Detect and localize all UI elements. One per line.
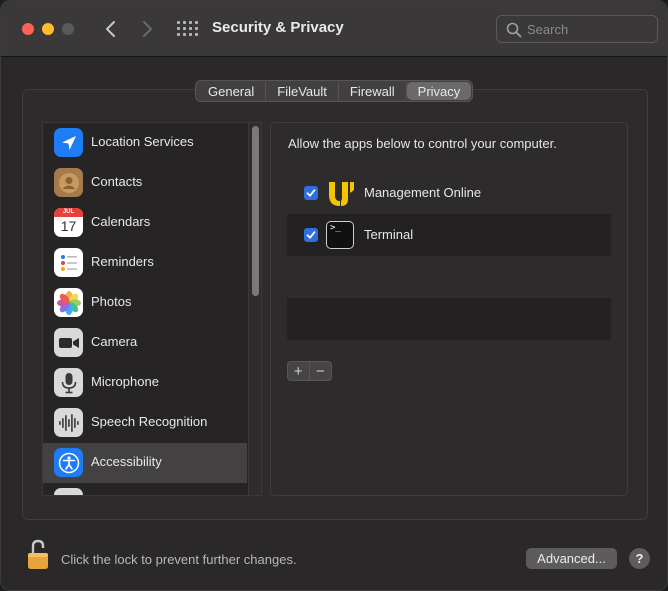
checkmark-icon [306,231,316,239]
sidebar-item-camera[interactable]: Camera [43,323,247,363]
sidebar-item-label: Accessibility [91,454,162,469]
sidebar-scrollbar[interactable] [248,123,261,495]
calendar-icon: JUL 17 [54,208,83,237]
search-input[interactable] [527,20,652,38]
lock-button[interactable] [27,539,51,571]
scrollbar-thumb[interactable] [252,126,259,296]
empty-row [287,340,611,350]
sidebar-item-accessibility[interactable]: Accessibility [43,443,247,483]
zoom-window-button[interactable] [62,23,74,35]
privacy-category-list[interactable]: Location Services Contacts JUL 17 Calend… [42,122,262,496]
sidebar-item-label: Microphone [91,374,159,389]
tab-general[interactable]: General [197,82,267,100]
search-icon [506,22,522,38]
checkmark-icon [306,189,316,197]
management-online-icon [326,179,354,207]
app-label: Management Online [364,185,482,200]
window-title: Security & Privacy [212,19,344,36]
terminal-icon: >_ [326,221,354,249]
sidebar-item-label: Calendars [91,214,151,229]
sidebar-item-label: Contacts [91,174,143,189]
sidebar-item-contacts[interactable]: Contacts [43,163,247,203]
photos-icon [54,288,83,317]
partial-item-icon [54,488,83,495]
remove-app-button[interactable]: − [310,362,331,380]
sidebar-item-speech-recognition[interactable]: Speech Recognition [43,403,247,443]
calendar-day-label: 17 [60,218,77,234]
app-checkbox[interactable] [304,228,318,242]
unlocked-padlock-icon [28,539,48,569]
speech-waveform-icon [54,408,83,437]
sidebar-item-location-services[interactable]: Location Services [43,123,247,163]
sidebar-item-partial[interactable] [43,483,247,495]
add-app-button[interactable]: + [288,362,310,380]
advanced-button[interactable]: Advanced... [526,548,617,569]
empty-row [287,256,611,298]
chevron-right-icon [143,21,152,37]
back-button[interactable] [97,15,125,43]
forward-button[interactable] [133,15,161,43]
lock-status-text: Click the lock to prevent further change… [61,552,297,567]
security-privacy-window: Security & Privacy General FileVault Fir… [0,0,668,591]
sidebar-item-label: Reminders [91,254,154,269]
tab-bar: General FileVault Firewall Privacy [195,80,474,102]
calendar-month-label: JUL [62,209,75,215]
sidebar-item-photos[interactable]: Photos [43,283,247,323]
title-bar: Security & Privacy [1,1,667,57]
reminders-icon [54,248,83,277]
show-all-grid-button[interactable] [175,19,198,39]
add-remove-control: + − [287,361,332,381]
microphone-icon [54,368,83,397]
sidebar-item-reminders[interactable]: Reminders [43,243,247,283]
close-window-button[interactable] [22,23,34,35]
location-arrow-icon [54,128,83,157]
sidebar-item-label: Camera [91,334,138,349]
tab-filevault[interactable]: FileVault [266,82,339,100]
sidebar-item-label: Location Services [91,134,194,149]
app-label: Terminal [364,227,414,242]
sidebar-item-label: Photos [91,294,132,309]
minimize-window-button[interactable] [42,23,54,35]
app-row-terminal[interactable]: >_ Terminal [287,214,611,256]
search-field[interactable] [496,15,658,43]
app-row-management-online[interactable]: Management Online [287,172,611,214]
accessibility-icon [54,448,83,477]
contacts-icon [54,168,83,197]
panel-description: Allow the apps below to control your com… [288,136,557,151]
allowed-apps-list[interactable]: Management Online >_ Terminal [287,172,611,350]
app-checkbox[interactable] [304,186,318,200]
sidebar-item-microphone[interactable]: Microphone [43,363,247,403]
sidebar-item-calendars[interactable]: JUL 17 Calendars [43,203,247,243]
tab-privacy[interactable]: Privacy [406,82,472,100]
camera-icon [54,328,83,357]
chevron-left-icon [106,21,115,37]
sidebar-item-label: Speech Recognition [91,414,208,429]
empty-row [287,298,611,340]
tab-firewall[interactable]: Firewall [339,82,407,100]
help-button[interactable]: ? [629,548,650,569]
terminal-prompt-label: >_ [330,223,341,233]
